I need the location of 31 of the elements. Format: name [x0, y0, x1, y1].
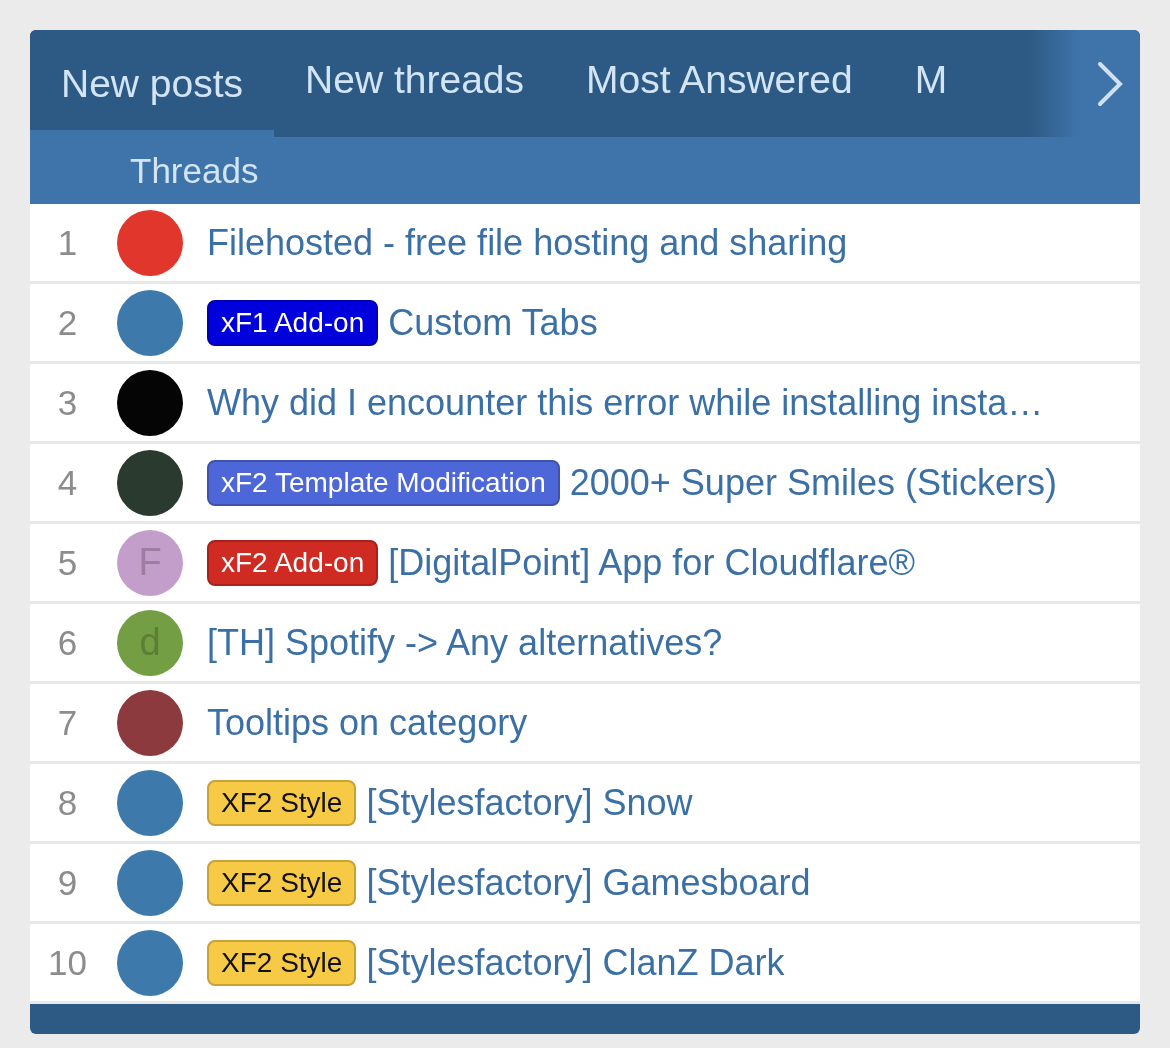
thread-title-link[interactable]: [Stylesfactory] Snow: [366, 781, 693, 824]
thread-title-link[interactable]: Filehosted - free file hosting and sharing: [207, 221, 848, 264]
thread-title-link[interactable]: [DigitalPoint] App for Cloudflare®: [388, 541, 915, 584]
prefix-label: XF2 Style: [207, 939, 357, 986]
thread-title-link[interactable]: 2000+ Super Smiles (Stickers): [569, 461, 1057, 504]
tab[interactable]: M: [883, 30, 979, 130]
sub-tab[interactable]: Threads: [130, 150, 259, 191]
prefix-label: xF2 Add-on: [207, 539, 379, 586]
thread-title-link[interactable]: [Stylesfactory] Gamesboard: [366, 861, 811, 904]
row-number: 4: [56, 462, 79, 503]
thread-title-link[interactable]: [Stylesfactory] ClanZ Dark: [366, 941, 785, 984]
prefix-label: XF2 Style: [207, 779, 357, 826]
row-number: 5: [56, 542, 79, 583]
tab[interactable]: New threads: [274, 30, 555, 130]
row-number: 3: [56, 382, 79, 423]
row-number: 6: [56, 622, 79, 663]
row-number: 10: [47, 942, 88, 983]
thread-title-link[interactable]: Custom Tabs: [388, 301, 598, 344]
row-number: 2: [56, 302, 79, 343]
prefix-label: xF2 Template Modification: [207, 459, 560, 506]
row-number: 1: [56, 222, 79, 263]
row-number: 9: [56, 862, 79, 903]
row-number: 7: [56, 702, 79, 743]
thread-title-link[interactable]: Tooltips on category: [207, 701, 528, 744]
prefix-label: xF1 Add-on: [207, 299, 379, 346]
tab[interactable]: Most Answered: [555, 30, 884, 130]
row-number: 8: [56, 782, 79, 823]
thread-title-link[interactable]: Why did I encounter this error while installing insta…: [207, 381, 1044, 424]
thread-title-link[interactable]: [TH] Spotify -> Any alternatives?: [207, 621, 723, 664]
prefix-label: XF2 Style: [207, 859, 357, 906]
tab[interactable]: New posts: [30, 30, 275, 137]
